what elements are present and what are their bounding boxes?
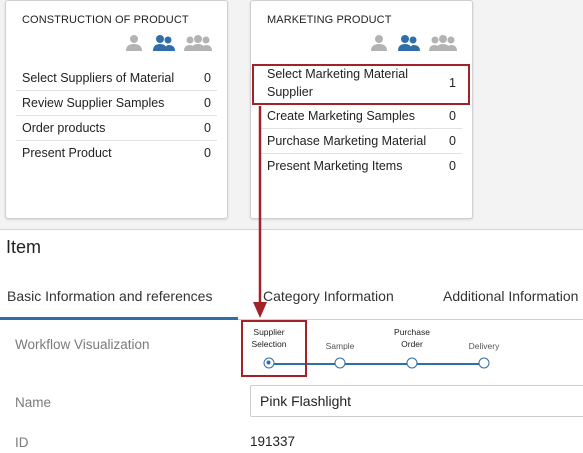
id-value: 191337 xyxy=(250,434,296,449)
task-count: 0 xyxy=(204,146,211,160)
single-user-icon[interactable] xyxy=(369,34,389,52)
marketing-product-card: MARKETING PRODUCT Select Marketing Mater… xyxy=(250,0,473,219)
task-label: Select Marketing Material Supplier xyxy=(267,67,409,99)
workflow-step-label: Delivery xyxy=(468,341,500,351)
single-user-icon[interactable] xyxy=(124,34,144,52)
assignee-icons xyxy=(124,34,212,52)
task-item[interactable]: Create Marketing Samples 0 xyxy=(261,104,462,129)
task-label: Present Product xyxy=(22,146,112,160)
card-title: MARKETING PRODUCT xyxy=(267,14,392,26)
task-label: Create Marketing Samples xyxy=(267,109,415,123)
task-count: 1 xyxy=(449,76,456,90)
group-users-icon[interactable] xyxy=(184,34,212,52)
workflow-visualization: Supplier Selection Sample Purchase Order… xyxy=(238,322,538,374)
task-item[interactable]: Present Marketing Items 0 xyxy=(261,154,462,178)
id-label: ID xyxy=(15,435,29,450)
task-label: Purchase Marketing Material xyxy=(267,134,427,148)
task-item[interactable]: Select Suppliers of Material 0 xyxy=(16,66,217,91)
two-users-icon[interactable] xyxy=(152,34,176,52)
task-label: Select Suppliers of Material xyxy=(22,71,175,85)
active-tab-indicator xyxy=(0,317,238,320)
workflow-step-label: Sample xyxy=(325,341,355,351)
task-label: Present Marketing Items xyxy=(267,159,403,173)
tab-category-information[interactable]: Category Information xyxy=(263,288,394,304)
task-count: 0 xyxy=(449,134,456,148)
group-users-icon[interactable] xyxy=(429,34,457,52)
task-label: Review Supplier Samples xyxy=(22,96,165,110)
construction-of-product-card: CONSTRUCTION OF PRODUCT Select Suppliers… xyxy=(5,0,228,219)
task-list: Select Suppliers of Material 0 Review Sup… xyxy=(16,66,217,165)
task-item[interactable]: Review Supplier Samples 0 xyxy=(16,91,217,116)
name-label: Name xyxy=(15,395,52,410)
workflow-connector xyxy=(269,363,484,365)
tab-additional-information[interactable]: Additional Information xyxy=(443,288,578,304)
workflow-step-dot[interactable] xyxy=(406,357,418,369)
page-title: Item xyxy=(6,237,42,257)
workflow-step-dot[interactable] xyxy=(478,357,490,369)
tab-bar: Basic Information and references Categor… xyxy=(0,285,583,320)
task-item-highlighted[interactable]: Select Marketing Material Supplier 1 xyxy=(261,63,462,104)
item-panel: Item Basic Information and references Ca… xyxy=(0,229,583,453)
task-item[interactable]: Order products 0 xyxy=(16,116,217,141)
task-item[interactable]: Present Product 0 xyxy=(16,141,217,165)
task-count: 0 xyxy=(449,159,456,173)
workflow-step-label: Supplier Selection xyxy=(251,327,287,349)
two-users-icon[interactable] xyxy=(397,34,421,52)
workflow-visualization-label: Workflow Visualization xyxy=(15,337,150,352)
task-label: Order products xyxy=(22,121,106,135)
assignee-icons xyxy=(369,34,457,52)
task-count: 0 xyxy=(449,109,456,123)
workflow-step-label: Purchase Order xyxy=(394,327,430,349)
workflow-step-dot-current[interactable] xyxy=(263,357,275,369)
workflow-step-dot[interactable] xyxy=(334,357,346,369)
task-count: 0 xyxy=(204,96,211,110)
task-item[interactable]: Purchase Marketing Material 0 xyxy=(261,129,462,154)
tab-basic-information[interactable]: Basic Information and references xyxy=(7,288,212,304)
card-title: CONSTRUCTION OF PRODUCT xyxy=(22,14,189,26)
name-field[interactable] xyxy=(250,385,583,417)
task-count: 0 xyxy=(204,71,211,85)
task-list: Select Marketing Material Supplier 1 Crea… xyxy=(261,63,462,178)
task-count: 0 xyxy=(204,121,211,135)
